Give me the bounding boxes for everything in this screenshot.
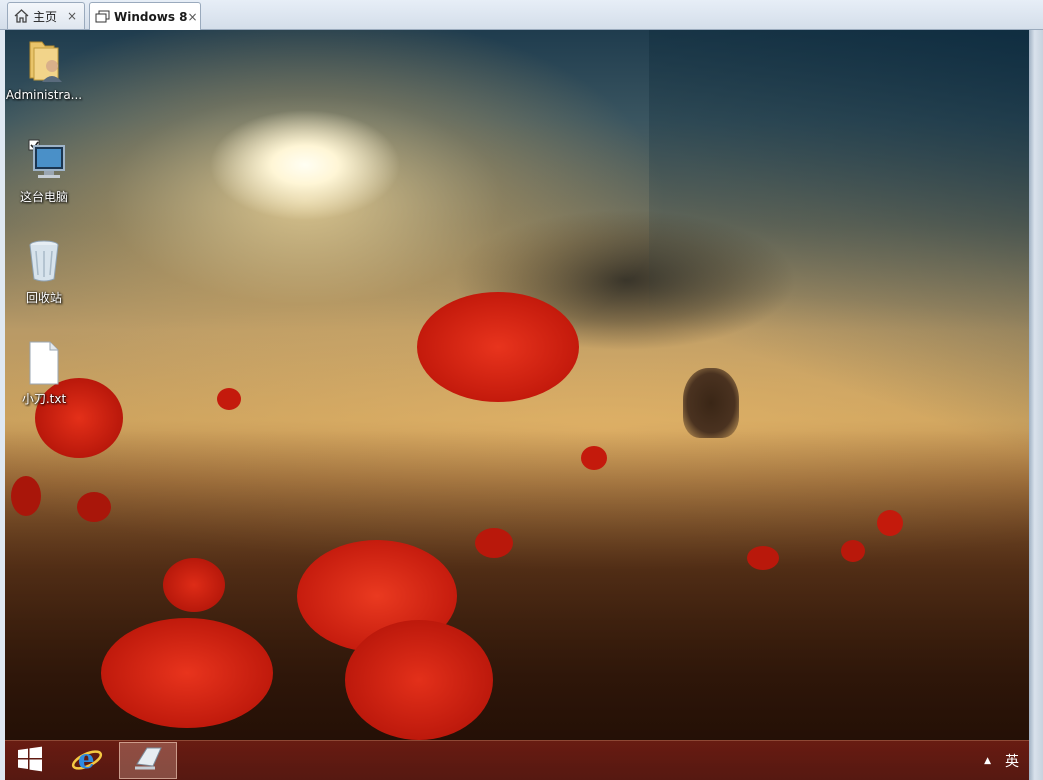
poppy — [417, 292, 579, 402]
vm-icon — [95, 9, 110, 25]
taskbar: e ▲ 英 — [5, 740, 1029, 780]
desktop-icon-label: 小刀.txt — [21, 392, 67, 406]
poppy — [77, 492, 111, 522]
tab-windows8[interactable]: Windows 8 × — [89, 2, 201, 30]
taskbar-internet-explorer[interactable]: e — [59, 741, 115, 780]
tab-home-label: 主页 — [33, 9, 58, 24]
poppy — [345, 620, 493, 740]
svg-text:e: e — [78, 745, 95, 775]
poppy — [163, 558, 225, 612]
vm-desktop[interactable]: Administra... 这台电脑 回收站 小刀.txt e ▲ 英 — [5, 30, 1029, 780]
windows-logo-icon — [17, 746, 43, 776]
desktop-icon-this-pc[interactable]: 这台电脑 — [5, 136, 84, 205]
recycle-bin-icon — [20, 237, 68, 285]
desktop-icon-label: Administra... — [5, 88, 83, 102]
tab-windows8-label: Windows 8 — [114, 9, 188, 24]
internet-explorer-icon: e — [70, 742, 104, 780]
poppy — [11, 476, 41, 516]
poppy — [841, 540, 865, 562]
host-window-edge — [1029, 30, 1043, 780]
user-folder-icon — [20, 36, 68, 84]
ime-indicator[interactable]: 英 — [1005, 751, 1019, 771]
computer-icon — [20, 136, 68, 184]
poppy — [877, 510, 903, 536]
start-button[interactable] — [5, 741, 55, 780]
desktop-icon-administrator[interactable]: Administra... — [5, 36, 84, 102]
desktop-icon-label: 回收站 — [25, 291, 62, 305]
tray-overflow-arrow-icon[interactable]: ▲ — [984, 756, 991, 766]
taskbar-app-window[interactable] — [119, 742, 177, 779]
text-file-icon — [20, 338, 68, 386]
poppy — [217, 388, 241, 410]
desktop-icon-label: 这台电脑 — [19, 190, 68, 204]
home-icon — [13, 8, 29, 24]
poppy — [101, 618, 273, 728]
tab-home-close-icon[interactable]: × — [66, 9, 78, 23]
desktop-icon-text-file[interactable]: 小刀.txt — [5, 338, 84, 407]
wallpaper-tree — [683, 368, 739, 438]
tab-windows8-close-icon[interactable]: × — [187, 10, 197, 24]
poppy — [747, 546, 779, 570]
poppy — [475, 528, 513, 558]
app-window-icon — [133, 746, 163, 776]
poppy — [581, 446, 607, 470]
desktop-icon-recycle-bin[interactable]: 回收站 — [5, 237, 84, 306]
tab-strip: 主页 × Windows 8 × — [0, 0, 1043, 30]
tab-home[interactable]: 主页 × — [7, 2, 85, 29]
system-tray: ▲ 英 — [984, 741, 1029, 780]
